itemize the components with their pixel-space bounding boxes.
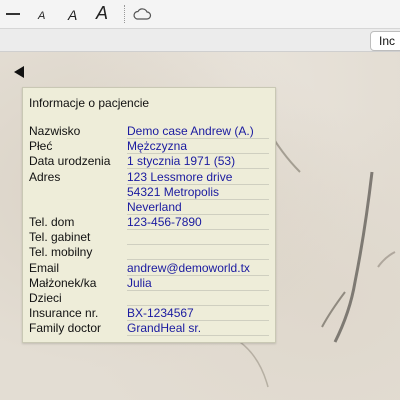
field-row: Tel. gabinet xyxy=(23,230,275,245)
toolbar-separator xyxy=(124,5,125,23)
field-label: Nazwisko xyxy=(29,124,81,138)
field-value[interactable]: 123-456-7890 xyxy=(127,215,269,230)
cloud-icon[interactable] xyxy=(132,6,152,22)
field-value[interactable] xyxy=(127,230,269,245)
field-label: Adres xyxy=(29,170,61,184)
field-row: Płeć Mężczyzna xyxy=(23,139,275,154)
field-value[interactable]: 54321 Metropolis xyxy=(127,185,269,200)
field-label: Data urodzenia xyxy=(29,154,111,168)
field-row: Neverland xyxy=(23,200,275,215)
field-row: 54321 Metropolis xyxy=(23,185,275,200)
field-label: Tel. dom xyxy=(29,215,75,229)
field-label: Email xyxy=(29,261,60,275)
field-row: Data urodzenia 1 stycznia 1971 (53) xyxy=(23,154,275,169)
field-row: Email andrew@demoworld.tx xyxy=(23,261,275,276)
field-value[interactable] xyxy=(127,291,269,306)
field-row: Family doctor GrandHeal sr. xyxy=(23,321,275,336)
tab-bar: Inc xyxy=(0,29,400,52)
field-label: Insurance nr. xyxy=(29,306,99,320)
field-value[interactable]: BX-1234567 xyxy=(127,306,269,321)
field-value[interactable]: 1 stycznia 1971 (53) xyxy=(127,154,269,169)
field-label: Małżonek/ka xyxy=(29,276,97,290)
field-row: Dzieci xyxy=(23,291,275,306)
card-title: Informacje o pacjencie xyxy=(29,96,150,110)
font-size-medium-button[interactable]: A xyxy=(68,7,77,27)
minus-icon[interactable] xyxy=(6,13,20,15)
patient-info-card: Informacje o pacjencie Nazwisko Demo cas… xyxy=(22,87,276,343)
field-label: Dzieci xyxy=(29,291,62,305)
field-label: Tel. gabinet xyxy=(29,230,91,244)
field-row: Małżonek/ka Julia xyxy=(23,276,275,291)
field-row: Tel. mobilny xyxy=(23,245,275,260)
back-arrow-icon[interactable] xyxy=(14,66,24,78)
tab-index[interactable]: Inc xyxy=(369,31,400,51)
toolbar: A A A xyxy=(0,0,400,29)
field-value[interactable]: andrew@demoworld.tx xyxy=(127,261,269,276)
field-label: Płeć xyxy=(29,139,53,153)
field-label: Tel. mobilny xyxy=(29,245,93,259)
font-size-large-button[interactable]: A xyxy=(96,3,108,23)
field-value[interactable]: Mężczyzna xyxy=(127,139,269,154)
field-value[interactable]: 123 Lessmore drive xyxy=(127,170,269,185)
font-size-small-button[interactable]: A xyxy=(38,10,45,30)
field-value[interactable]: GrandHeal sr. xyxy=(127,321,269,336)
field-value[interactable] xyxy=(127,245,269,260)
field-row: Nazwisko Demo case Andrew (A.) xyxy=(23,124,275,139)
field-value[interactable]: Julia xyxy=(127,276,269,291)
field-label: Family doctor xyxy=(29,321,102,335)
field-value[interactable]: Neverland xyxy=(127,200,269,215)
field-row: Insurance nr. BX-1234567 xyxy=(23,306,275,321)
field-row: Adres 123 Lessmore drive xyxy=(23,170,275,185)
field-value[interactable]: Demo case Andrew (A.) xyxy=(127,124,269,139)
field-row: Tel. dom 123-456-7890 xyxy=(23,215,275,230)
